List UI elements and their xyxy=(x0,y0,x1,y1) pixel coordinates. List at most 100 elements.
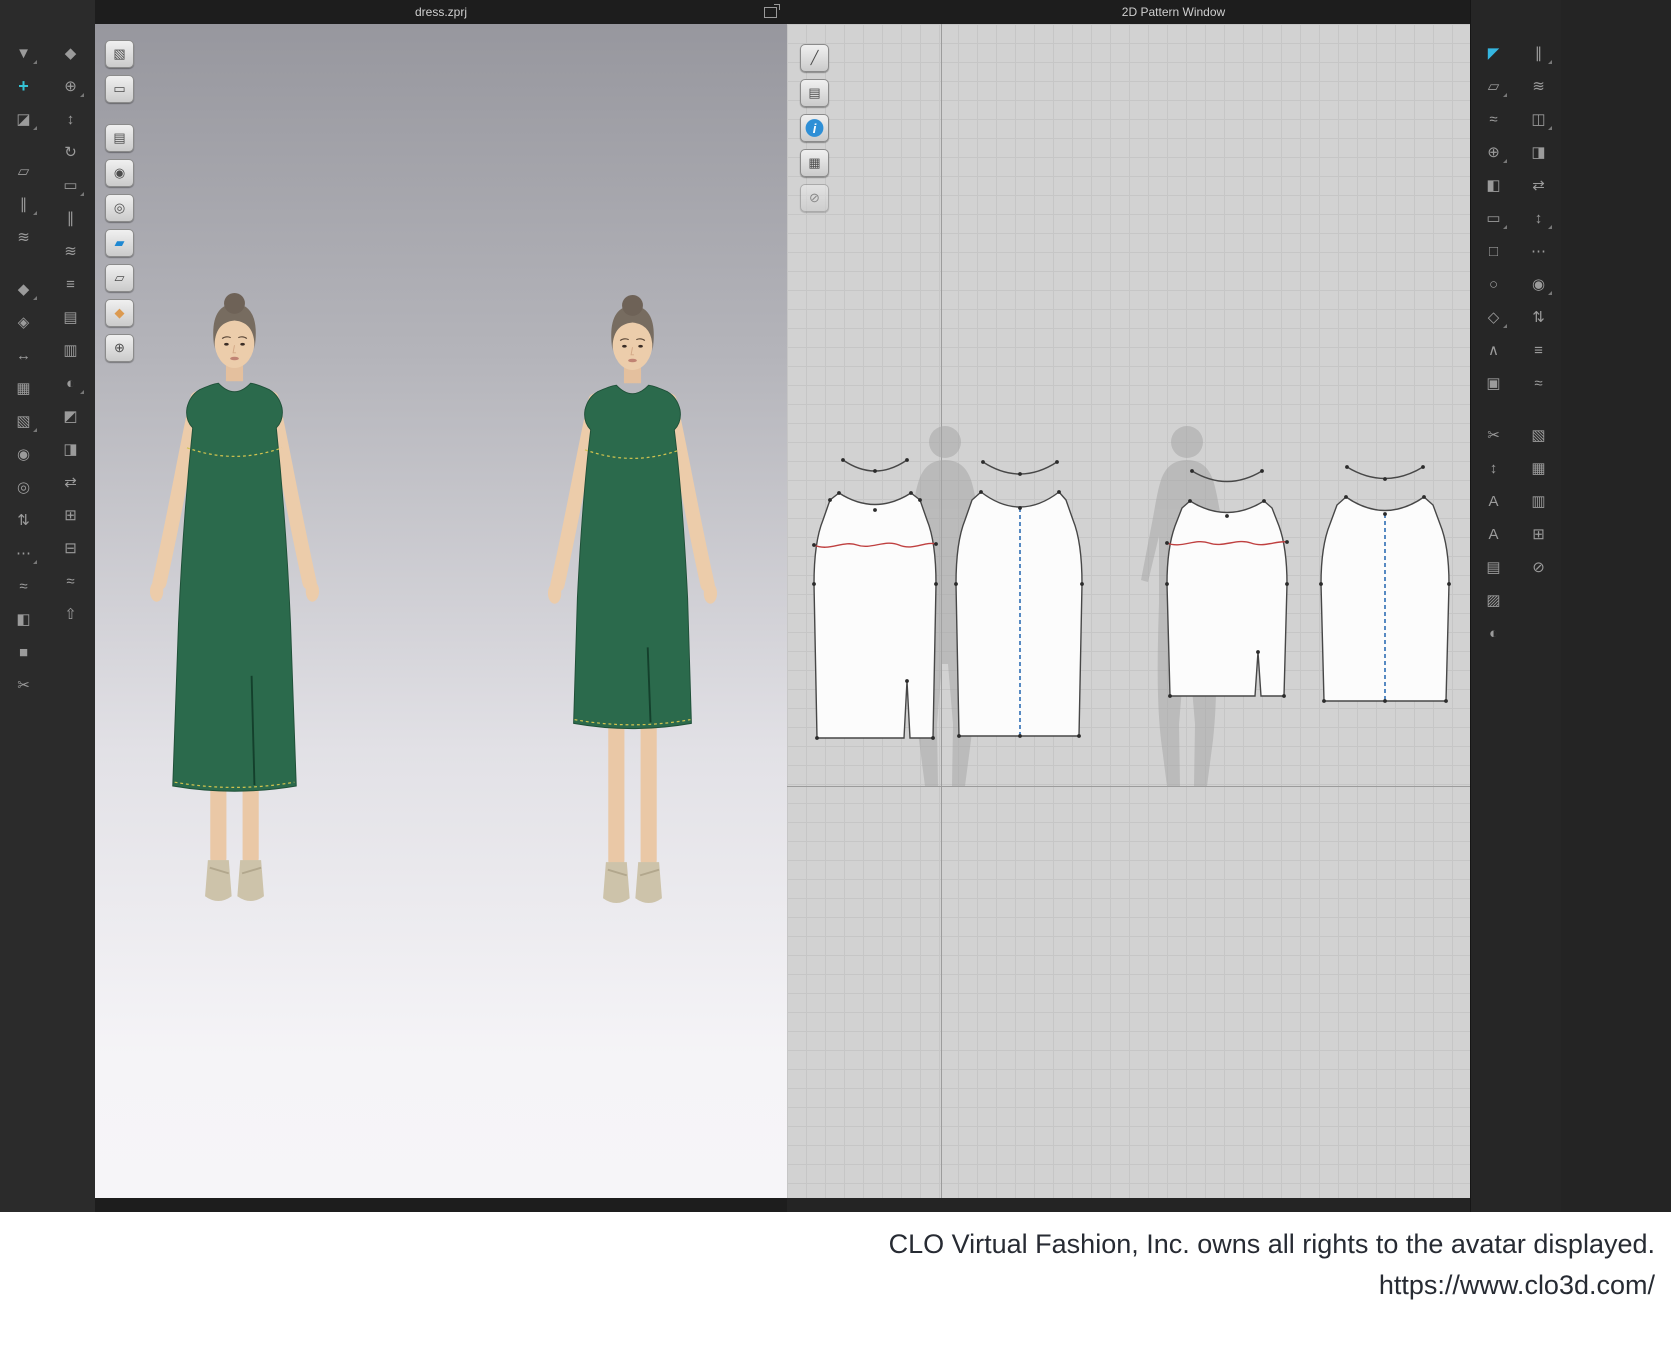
stress-map-icon[interactable]: ▥ xyxy=(57,336,85,364)
free-sewing-2d-icon[interactable]: ≋ xyxy=(1525,72,1553,100)
edit-curvature-icon[interactable]: ≈ xyxy=(1480,105,1508,133)
seam-allowance-icon[interactable]: ▣ xyxy=(1480,369,1508,397)
layers-icon[interactable]: ◩ xyxy=(57,402,85,430)
pleats-sewing-icon[interactable]: ≡ xyxy=(57,270,85,298)
texture-icon[interactable]: ▧ xyxy=(10,407,38,435)
free-sewing-3d-icon[interactable]: ≋ xyxy=(57,237,85,265)
trace-pattern-icon[interactable]: ◧ xyxy=(1480,171,1508,199)
grading-icon[interactable]: ▥ xyxy=(1525,487,1553,515)
show-fabric-strength-icon[interactable]: ▰ xyxy=(105,229,134,257)
show-3d-pattern-position-icon[interactable]: ▤ xyxy=(800,79,829,107)
show-fabric-alt-icon[interactable]: ▱ xyxy=(105,264,134,292)
3d-window-titlebar[interactable]: dress.zprj xyxy=(95,0,787,24)
tool-column-2: ◆ ⊕ ↕ ↻ ▭ ∥ ≋ ≡ ▤ ▥ ◐ ◩ ◨ ⇄ ⊞ ⊟ ≈ ⇧ xyxy=(47,0,94,1212)
sync-icon[interactable]: ⇄ xyxy=(57,468,85,496)
select-move-icon[interactable]: + xyxy=(10,72,38,100)
wind-controller-icon[interactable]: ≈ xyxy=(57,567,85,595)
circle-pattern-icon[interactable]: ○ xyxy=(1480,270,1508,298)
show-avatar-silhouette-icon[interactable]: ◐ xyxy=(1480,619,1508,647)
2d-window-titlebar[interactable]: 2D Pattern Window xyxy=(787,0,1560,24)
popout-window-icon[interactable] xyxy=(764,7,777,18)
show-mannequin-icon[interactable]: ◆ xyxy=(105,299,134,327)
pin-icon[interactable]: ◆ xyxy=(10,275,38,303)
grainline-icon[interactable]: ↕ xyxy=(1480,454,1508,482)
zipper-2d-icon[interactable]: ⇅ xyxy=(1525,303,1553,331)
show-garment-icon[interactable]: ▤ xyxy=(105,124,134,152)
annotation-text-icon[interactable]: A xyxy=(1480,487,1508,515)
edit-style-line-pen-icon[interactable]: ╱ xyxy=(800,44,829,72)
tool-column-1: ▼ + ◪ ▱ ∥ ≋ ◆ ◈ ↔ ▦ ▧ ◉ ◎ ⇅ ⋯ ≈ ◧ ■ ✂ xyxy=(0,0,47,1212)
annotation-2d-icon[interactable]: ⋯ xyxy=(1525,237,1553,265)
trim-cut-icon[interactable]: ✂ xyxy=(10,671,38,699)
symmetric-pattern-icon[interactable]: ⇄ xyxy=(1525,171,1553,199)
toolbar-spacer xyxy=(1516,402,1561,416)
texture-editor-icon[interactable]: ▧ xyxy=(1525,421,1553,449)
remove-pins-icon[interactable]: ⊟ xyxy=(57,534,85,562)
edit-pattern-icon[interactable]: ▱ xyxy=(1480,72,1508,100)
rotate-icon[interactable]: ↻ xyxy=(57,138,85,166)
mirror-paste-icon[interactable]: ◨ xyxy=(57,435,85,463)
measure-2d-icon[interactable]: ↕ xyxy=(1525,204,1553,232)
tack-icon[interactable]: ◈ xyxy=(10,308,38,336)
add-point-icon[interactable]: ⊕ xyxy=(1480,138,1508,166)
colorway-icon[interactable]: ▦ xyxy=(1525,454,1553,482)
solidify-icon[interactable]: ■ xyxy=(10,638,38,666)
avatar-front-long-dress[interactable] xyxy=(150,293,319,901)
select-brush-icon[interactable]: ◪ xyxy=(10,105,38,133)
edit-sewing-icon[interactable]: ∥ xyxy=(10,190,38,218)
measure-tape-icon[interactable]: ↔ xyxy=(10,341,38,369)
avatar-pose-icon[interactable]: ◆ xyxy=(57,39,85,67)
pattern-information-icon[interactable]: i xyxy=(800,114,829,142)
unfold-icon[interactable]: ◨ xyxy=(1525,138,1553,166)
lock-pattern-icon[interactable]: ⊘ xyxy=(800,184,829,212)
fold-arrangement-icon[interactable]: ◧ xyxy=(10,605,38,633)
gizmo-icon[interactable]: ⊕ xyxy=(57,72,85,100)
2d-viewport[interactable]: ╱ ▤ i ▦ ⊘ xyxy=(787,24,1470,1198)
show-avatar-icon[interactable]: ◉ xyxy=(105,159,134,187)
render-style-icon[interactable]: ▧ xyxy=(105,40,134,68)
simulate-icon[interactable]: ▼ xyxy=(10,39,38,67)
avatar-front-knee-dress[interactable] xyxy=(548,295,717,903)
fabric-texture-2d-icon[interactable]: ▨ xyxy=(1480,586,1508,614)
scale-icon[interactable]: ↕ xyxy=(57,105,85,133)
zipper-icon[interactable]: ⇅ xyxy=(10,506,38,534)
show-avatar-skin-icon[interactable]: ◎ xyxy=(105,194,134,222)
3d-scene xyxy=(95,24,787,1198)
puckering-icon[interactable]: ≈ xyxy=(10,572,38,600)
button-icon[interactable]: ◉ xyxy=(10,440,38,468)
polygon-pattern-icon[interactable]: ▭ xyxy=(1480,204,1508,232)
fit-map-icon[interactable]: ▤ xyxy=(57,303,85,331)
cut-and-sew-icon[interactable]: ✂ xyxy=(1480,421,1508,449)
fabric-icon[interactable]: ▦ xyxy=(10,374,38,402)
pin-box-icon[interactable]: ⊞ xyxy=(57,501,85,529)
pressure-map-icon[interactable]: ◐ xyxy=(57,369,85,397)
shirring-icon[interactable]: ≈ xyxy=(1525,369,1553,397)
buttonhole-icon[interactable]: ◎ xyxy=(10,473,38,501)
rectangle-pattern-icon[interactable]: □ xyxy=(1480,237,1508,265)
transform-pattern-icon[interactable]: ▱ xyxy=(10,157,38,185)
pattern-piece-back-a[interactable] xyxy=(954,460,1084,738)
pattern-label-icon[interactable]: A xyxy=(1480,520,1508,548)
show-2d-pattern-in-3d-icon[interactable]: ▭ xyxy=(105,75,134,103)
export-garment-icon[interactable]: ⇧ xyxy=(57,600,85,628)
free-sewing-icon[interactable]: ≋ xyxy=(10,223,38,251)
pattern-piece-front-a[interactable] xyxy=(812,458,938,740)
segment-sewing-3d-icon[interactable]: ∥ xyxy=(57,204,85,232)
show-fabric-2d-icon[interactable]: ▦ xyxy=(800,149,829,177)
transform-pattern-2d-icon[interactable]: ◤ xyxy=(1480,39,1508,67)
baseline-grid-icon[interactable]: ▤ xyxy=(1480,553,1508,581)
pattern-piece-back-b[interactable] xyxy=(1319,465,1451,703)
dart-icon[interactable]: ◇ xyxy=(1480,303,1508,331)
steam-2d-icon[interactable]: ⊘ xyxy=(1525,553,1553,581)
buttons-2d-icon[interactable]: ◉ xyxy=(1525,270,1553,298)
notch-icon[interactable]: ∧ xyxy=(1480,336,1508,364)
topstitch-icon[interactable]: ⋯ xyxy=(10,539,38,567)
show-environment-globe-icon[interactable]: ⊕ xyxy=(105,334,134,362)
clone-layer-icon[interactable]: ◫ xyxy=(1525,105,1553,133)
pattern-outline-3d-icon[interactable]: ▭ xyxy=(57,171,85,199)
print-layout-icon[interactable]: ⊞ xyxy=(1525,520,1553,548)
edit-sewing-2d-icon[interactable]: ∥ xyxy=(1525,39,1553,67)
pleat-2d-icon[interactable]: ≡ xyxy=(1525,336,1553,364)
website-url[interactable]: https://www.clo3d.com/ xyxy=(0,1265,1655,1306)
3d-viewport[interactable]: ▧ ▭ ▤ ◉ ◎ ▰ ▱ ◆ ⊕ xyxy=(95,24,787,1198)
